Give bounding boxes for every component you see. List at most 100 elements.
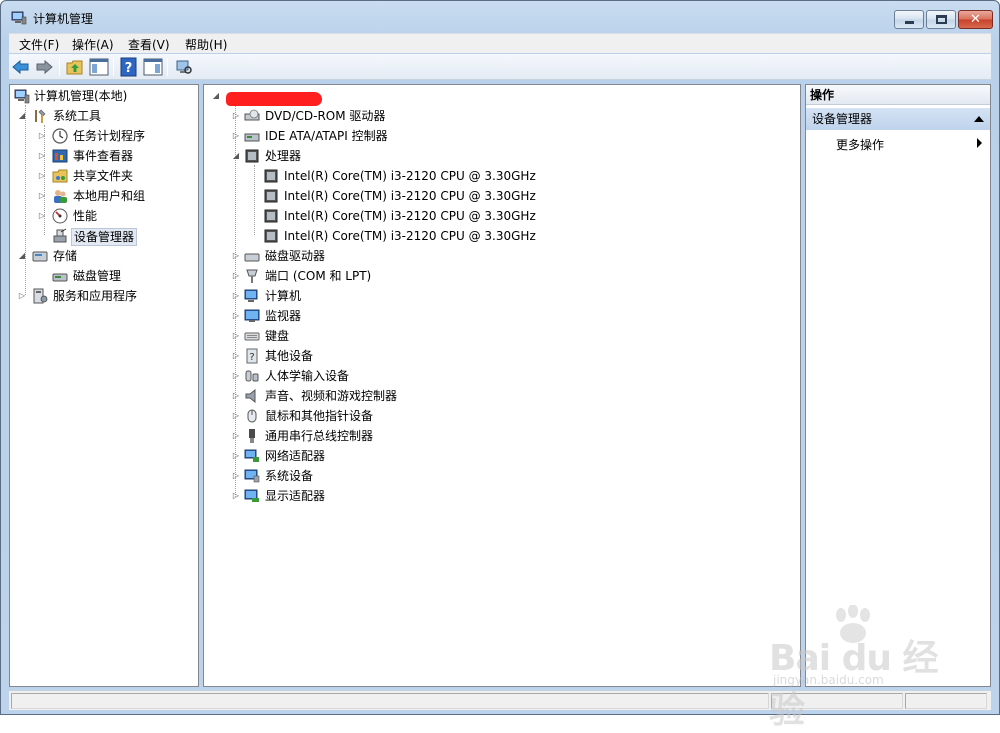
device-category-row[interactable]: ▷ 人体学输入设备 xyxy=(204,367,794,385)
device-properties-icon[interactable] xyxy=(174,57,194,77)
tree-root[interactable]: 计算机管理(本地) xyxy=(12,87,196,105)
expand-triangle-icon[interactable]: ▷ xyxy=(232,452,240,460)
device-category-row[interactable]: ▷ 计算机 xyxy=(204,287,794,305)
console-tree-pane[interactable]: 计算机管理(本地) ◢ 系统工具 ▷ 任务计划程序 ▷ 事件查看器 ▷ 共享文件… xyxy=(9,84,199,687)
device-category-row[interactable]: ▷ IDE ATA/ATAPI 控制器 xyxy=(204,127,794,145)
maximize-icon xyxy=(936,15,947,24)
tree-item-services-apps[interactable]: ▷ 服务和应用程序 xyxy=(10,287,196,305)
processor-icon xyxy=(264,229,278,243)
expand-triangle-icon[interactable]: ▷ xyxy=(232,352,240,360)
collapse-triangle-icon[interactable]: ◢ xyxy=(232,152,240,160)
menu-view[interactable]: 查看(V) xyxy=(128,36,170,53)
processor-row[interactable]: Intel(R) Core(TM) i3-2120 CPU @ 3.30GHz xyxy=(204,207,794,225)
device-tree-root[interactable]: ◢ xyxy=(204,87,794,106)
tree-root-label: 计算机管理(本地) xyxy=(34,89,128,103)
unknown-device-icon: ? xyxy=(246,348,258,364)
tree-label: 事件查看器 xyxy=(73,149,134,163)
device-category-row[interactable]: ▷ 鼠标和其他指针设备 xyxy=(204,407,794,425)
collapse-up-icon[interactable] xyxy=(974,116,984,122)
expand-triangle-icon[interactable]: ▷ xyxy=(232,252,240,260)
device-category-row[interactable]: ▷ 键盘 xyxy=(204,327,794,345)
expand-triangle-icon[interactable]: ▷ xyxy=(38,152,46,160)
users-icon xyxy=(54,190,67,203)
device-category-row[interactable]: ▷ 端口 (COM 和 LPT) xyxy=(204,267,794,285)
processor-row[interactable]: Intel(R) Core(TM) i3-2120 CPU @ 3.30GHz xyxy=(204,227,794,245)
menu-file[interactable]: 文件(F) xyxy=(19,36,59,53)
menu-action[interactable]: 操作(A) xyxy=(72,36,114,53)
port-icon xyxy=(246,269,258,283)
up-folder-icon[interactable] xyxy=(65,57,85,77)
computer-icon xyxy=(244,289,258,302)
actions-section-label: 设备管理器 xyxy=(812,112,873,126)
maximize-button[interactable] xyxy=(926,10,956,29)
tree-item-task-scheduler[interactable]: ▷ 任务计划程序 xyxy=(10,127,196,145)
tree-item-performance[interactable]: ▷ 性能 xyxy=(10,207,196,225)
back-arrow-icon[interactable] xyxy=(11,57,31,77)
performance-icon xyxy=(52,208,68,224)
expand-triangle-icon[interactable]: ▷ xyxy=(38,172,46,180)
device-tree-label: 端口 (COM 和 LPT) xyxy=(265,269,372,283)
device-category-row[interactable]: ▷? 其他设备 xyxy=(204,347,794,365)
expand-triangle-icon[interactable]: ▷ xyxy=(18,292,26,300)
minimize-button[interactable] xyxy=(894,10,924,29)
expand-triangle-icon[interactable]: ▷ xyxy=(232,312,240,320)
expand-triangle-icon[interactable]: ▷ xyxy=(232,332,240,340)
collapse-triangle-icon[interactable]: ◢ xyxy=(18,252,26,260)
tree-item-system-tools[interactable]: ◢ 系统工具 xyxy=(10,107,196,125)
expand-triangle-icon[interactable]: ▷ xyxy=(232,272,240,280)
expand-triangle-icon[interactable]: ▷ xyxy=(232,492,240,500)
expand-triangle-icon[interactable]: ▷ xyxy=(232,412,240,420)
expand-triangle-icon[interactable]: ▷ xyxy=(232,132,240,140)
tree-label: 本地用户和组 xyxy=(73,189,146,203)
expand-triangle-icon[interactable]: ▷ xyxy=(232,112,240,120)
tree-label: 共享文件夹 xyxy=(73,169,134,183)
close-button[interactable]: ✕ xyxy=(958,10,993,29)
expand-triangle-icon[interactable]: ▷ xyxy=(38,132,46,140)
expand-triangle-icon[interactable]: ▷ xyxy=(38,192,46,200)
clock-icon xyxy=(52,128,68,144)
menu-help[interactable]: 帮助(H) xyxy=(185,36,227,53)
event-viewer-icon xyxy=(52,149,68,163)
processor-row[interactable]: Intel(R) Core(TM) i3-2120 CPU @ 3.30GHz xyxy=(204,187,794,205)
tree-item-local-users[interactable]: ▷ 本地用户和组 xyxy=(10,187,196,205)
expand-triangle-icon[interactable]: ▷ xyxy=(232,432,240,440)
collapse-triangle-icon[interactable]: ◢ xyxy=(18,112,26,120)
device-category-row[interactable]: ▷ 监视器 xyxy=(204,307,794,325)
forward-arrow-icon[interactable] xyxy=(34,57,54,77)
ide-controller-icon xyxy=(244,133,260,142)
device-category-row[interactable]: ▷ 网络适配器 xyxy=(204,447,794,465)
device-category-row[interactable]: ▷ 系统设备 xyxy=(204,467,794,485)
system-device-icon xyxy=(244,469,260,483)
help-icon[interactable]: ? xyxy=(119,57,139,77)
show-hide-console-tree-icon[interactable] xyxy=(89,57,109,77)
expand-triangle-icon[interactable]: ▷ xyxy=(232,292,240,300)
processor-row[interactable]: Intel(R) Core(TM) i3-2120 CPU @ 3.30GHz xyxy=(204,167,794,185)
tree-item-device-manager[interactable]: 设备管理器 xyxy=(10,227,196,246)
title-bar[interactable]: 计算机管理 ✕ xyxy=(1,1,999,33)
device-tree-label: 磁盘驱动器 xyxy=(265,249,326,263)
actions-section-device-manager[interactable]: 设备管理器 xyxy=(806,108,990,130)
device-category-row[interactable]: ▷ DVD/CD-ROM 驱动器 xyxy=(204,107,794,125)
device-tree-pane[interactable]: ◢ ▷ DVD/CD-ROM 驱动器 ▷ IDE ATA/ATAPI 控制器 ◢ 处理器 I… xyxy=(203,84,801,687)
submenu-arrow-icon[interactable] xyxy=(977,138,982,148)
collapse-triangle-icon[interactable]: ◢ xyxy=(212,92,220,100)
tree-item-shared-folders[interactable]: ▷ 共享文件夹 xyxy=(10,167,196,185)
tree-item-event-viewer[interactable]: ▷ 事件查看器 xyxy=(10,147,196,165)
device-category-row[interactable]: ▷ 声音、视频和游戏控制器 xyxy=(204,387,794,405)
device-tree-label: 其他设备 xyxy=(265,349,314,363)
tree-item-disk-management[interactable]: 磁盘管理 xyxy=(10,267,196,285)
show-hide-action-pane-icon[interactable] xyxy=(143,57,163,77)
device-category-row[interactable]: ▷ 磁盘驱动器 xyxy=(204,247,794,265)
svg-text:?: ? xyxy=(125,61,133,76)
device-category-row[interactable]: ◢ 处理器 xyxy=(204,147,794,165)
device-category-row[interactable]: ▷ 通用串行总线控制器 xyxy=(204,427,794,445)
expand-triangle-icon[interactable]: ▷ xyxy=(232,372,240,380)
actions-header: 操作 xyxy=(806,85,990,105)
more-actions-link[interactable]: 更多操作 xyxy=(836,136,884,153)
expand-triangle-icon[interactable]: ▷ xyxy=(38,212,46,220)
tree-item-storage[interactable]: ◢ 存储 xyxy=(10,247,196,265)
expand-triangle-icon[interactable]: ▷ xyxy=(232,472,240,480)
tree-label: 系统工具 xyxy=(53,109,102,123)
expand-triangle-icon[interactable]: ▷ xyxy=(232,392,240,400)
device-category-row[interactable]: ▷ 显示适配器 xyxy=(204,487,794,505)
